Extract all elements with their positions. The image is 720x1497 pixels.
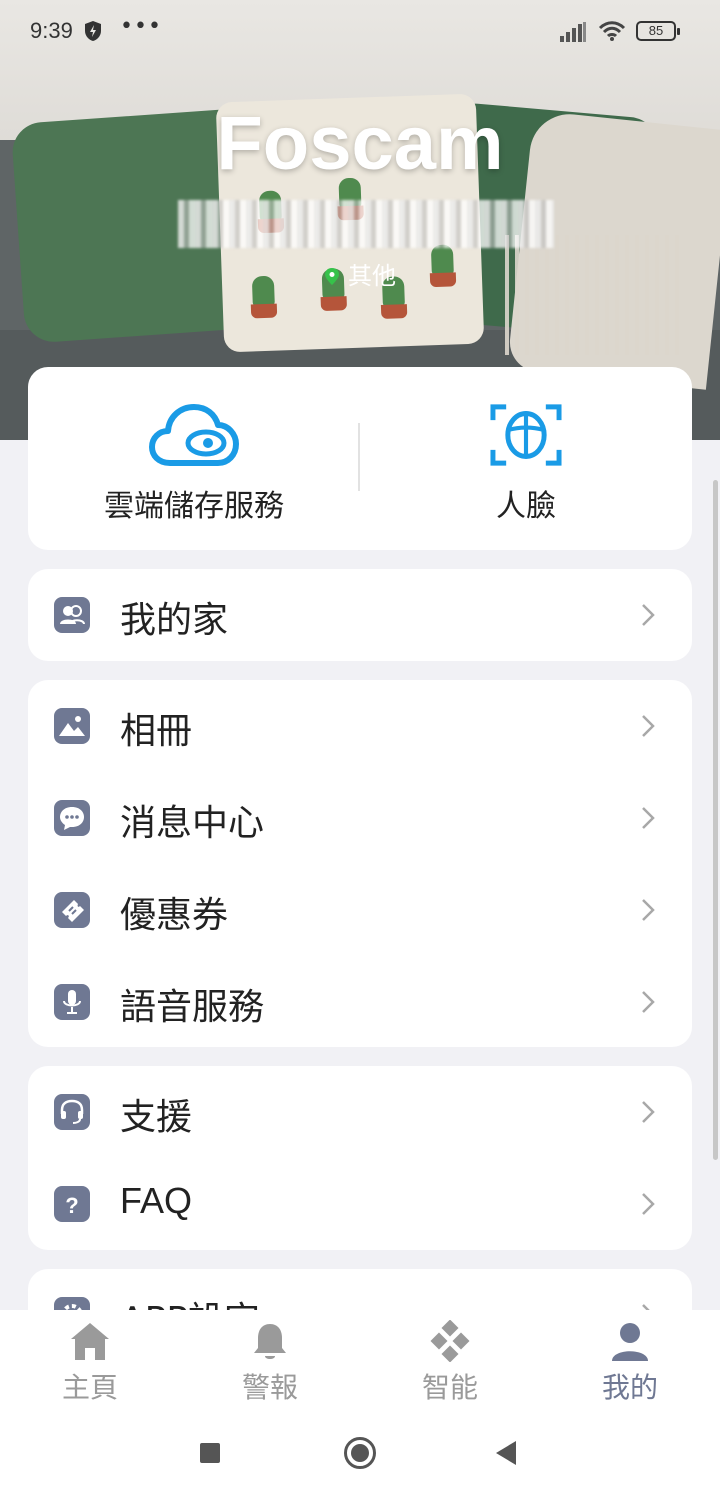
signal-icon [560, 22, 586, 42]
bottom-navigation: 主頁 警報 智能 我的 [0, 1310, 720, 1410]
account-name-masked: account [178, 200, 554, 248]
tab-alarm[interactable]: 警報 [180, 1310, 360, 1410]
menu-group-home: 我的家 [28, 569, 692, 661]
photo-icon [54, 708, 90, 744]
menu-label: FAQ [120, 1180, 193, 1221]
menu-label: 我的家 [120, 600, 229, 641]
system-home-button[interactable] [344, 1437, 376, 1469]
headset-icon [54, 1094, 90, 1130]
question-icon: ? [54, 1186, 90, 1222]
home-icon [71, 1323, 109, 1360]
recent-apps-button[interactable] [200, 1443, 220, 1463]
bell-icon [254, 1324, 286, 1359]
menu-label: 支援 [120, 1097, 193, 1138]
chevron-right-icon [642, 1101, 655, 1123]
menu-label: 語音服務 [120, 987, 265, 1028]
system-navigation-bar [0, 1410, 720, 1497]
brand-title: Foscam [216, 101, 504, 186]
battery-icon: 85 [636, 21, 680, 41]
location-pin-icon [325, 268, 339, 285]
chevron-right-icon [642, 991, 655, 1013]
menu-label: 消息中心 [120, 803, 265, 844]
tab-home[interactable]: 主頁 [0, 1310, 180, 1410]
menu-group-media: 相冊 消息中心 優惠券 語音服務 [28, 680, 692, 1047]
tab-label: 主頁 [61, 1371, 118, 1404]
cloud-eye-icon [149, 404, 239, 466]
tab-label: 智能 [421, 1371, 478, 1404]
cloud-storage-label: 雲端儲存服務 [104, 489, 284, 524]
cloud-storage-service-button[interactable]: 雲端儲存服務 [28, 367, 360, 550]
status-time: 9:39 [30, 18, 73, 43]
menu-item-coupons[interactable]: 優惠券 [28, 864, 692, 956]
chevron-right-icon [642, 899, 655, 921]
face-label: 人臉 [496, 489, 556, 524]
wifi-icon [598, 21, 626, 41]
menu-label: 優惠券 [120, 895, 229, 936]
svg-text:?: ? [65, 1193, 78, 1218]
chat-icon [54, 800, 90, 836]
mic-icon [54, 984, 90, 1020]
shield-icon [85, 21, 101, 41]
menu-item-voice-service[interactable]: 語音服務 [28, 956, 692, 1048]
face-recognition-button[interactable]: 人臉 [360, 367, 692, 550]
ticket-icon [54, 892, 90, 928]
chevron-right-icon [642, 1193, 655, 1215]
services-card: 雲端儲存服務 人臉 [28, 367, 692, 550]
face-scan-icon [490, 404, 562, 466]
tab-label: 警報 [241, 1371, 298, 1404]
person-icon [612, 1323, 648, 1361]
menu-item-my-home[interactable]: 我的家 [28, 569, 692, 661]
tab-smart[interactable]: 智能 [360, 1310, 540, 1410]
tab-mine[interactable]: 我的 [540, 1310, 720, 1410]
menu-item-message-center[interactable]: 消息中心 [28, 772, 692, 864]
smart-diamond-icon [430, 1320, 470, 1362]
menu-item-faq[interactable]: ? FAQ [28, 1158, 692, 1250]
location-label[interactable]: 其他 [0, 256, 720, 291]
status-bar: 9:39 ••• 85 [0, 0, 720, 64]
system-back-button[interactable] [496, 1441, 516, 1465]
tab-label: 我的 [601, 1371, 658, 1404]
chevron-right-icon [642, 604, 655, 626]
menu-item-support[interactable]: 支援 [28, 1066, 692, 1158]
family-icon [54, 597, 90, 633]
chevron-right-icon [642, 715, 655, 737]
menu-label: 相冊 [120, 711, 193, 752]
more-notifications-icon: ••• [120, 14, 162, 39]
menu-group-support: 支援 ? FAQ [28, 1066, 692, 1250]
scrollbar[interactable] [713, 480, 718, 1160]
menu-item-album[interactable]: 相冊 [28, 680, 692, 772]
location-text: 其他 [348, 262, 396, 290]
chevron-right-icon [642, 807, 655, 829]
